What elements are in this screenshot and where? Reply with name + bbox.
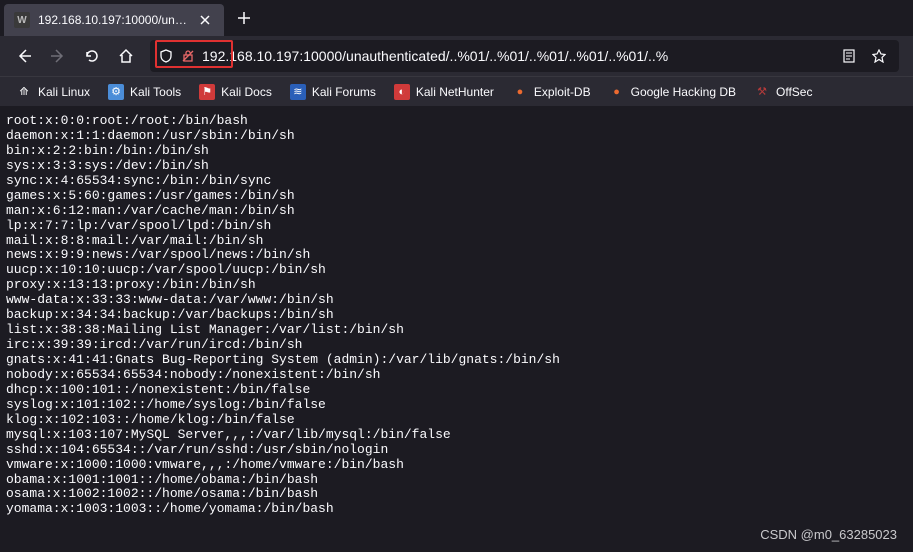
- url-bar[interactable]: 192.168.10.197:10000/unauthenticated/..%…: [150, 40, 899, 72]
- tab-close-button[interactable]: [196, 11, 214, 29]
- tab-favicon: W: [14, 12, 30, 28]
- reader-icon: [842, 49, 856, 63]
- bookmark-label: Google Hacking DB: [631, 85, 736, 99]
- close-icon: [199, 14, 211, 26]
- bookmark-item[interactable]: ⚒ OffSec: [746, 80, 820, 104]
- bookmark-label: Exploit-DB: [534, 85, 591, 99]
- bookmark-label: Kali Linux: [38, 85, 90, 99]
- arrow-left-icon: [16, 48, 32, 64]
- toolbar: 192.168.10.197:10000/unauthenticated/..%…: [0, 36, 913, 76]
- bookmark-icon: ●: [512, 84, 528, 100]
- bookmark-item[interactable]: ⟰ Kali Linux: [8, 80, 98, 104]
- forward-button[interactable]: [42, 40, 74, 72]
- new-tab-button[interactable]: [228, 2, 260, 34]
- bookmark-label: Kali NetHunter: [416, 85, 494, 99]
- browser-tab[interactable]: W 192.168.10.197:10000/una…: [4, 4, 224, 36]
- bookmark-item[interactable]: ≋ Kali Forums: [282, 80, 384, 104]
- arrow-right-icon: [50, 48, 66, 64]
- plus-icon: [237, 11, 251, 25]
- bookmark-item[interactable]: ● Exploit-DB: [504, 80, 599, 104]
- bookmark-icon: ≋: [290, 84, 306, 100]
- bookmark-label: Kali Docs: [221, 85, 272, 99]
- shield-icon: [158, 48, 174, 64]
- home-button[interactable]: [110, 40, 142, 72]
- reader-mode-button[interactable]: [837, 44, 861, 68]
- url-text: 192.168.10.197:10000/unauthenticated/..%…: [202, 48, 831, 64]
- bookmark-item[interactable]: ⚙ Kali Tools: [100, 80, 189, 104]
- tab-bar: W 192.168.10.197:10000/una…: [0, 0, 913, 36]
- bookmark-label: Kali Tools: [130, 85, 181, 99]
- reload-button[interactable]: [76, 40, 108, 72]
- bookmark-item[interactable]: ◐ Kali NetHunter: [386, 80, 502, 104]
- bookmark-icon: ⚑: [199, 84, 215, 100]
- home-icon: [118, 48, 134, 64]
- bookmark-item[interactable]: ⚑ Kali Docs: [191, 80, 280, 104]
- bookmark-icon: ●: [609, 84, 625, 100]
- star-icon: [872, 49, 886, 63]
- bookmark-label: OffSec: [776, 85, 812, 99]
- watermark: CSDN @m0_63285023: [760, 527, 897, 542]
- reload-icon: [84, 48, 100, 64]
- bookmarks-bar: ⟰ Kali Linux ⚙ Kali Tools ⚑ Kali Docs ≋ Kali Fo…: [0, 76, 913, 106]
- lock-insecure-icon: [180, 48, 196, 64]
- bookmark-label: Kali Forums: [312, 85, 376, 99]
- tab-title: 192.168.10.197:10000/una…: [38, 13, 188, 27]
- bookmark-icon: ◐: [394, 84, 410, 100]
- page-content: root:x:0:0:root:/root:/bin/bash daemon:x…: [0, 106, 913, 525]
- bookmark-icon: ⚒: [754, 84, 770, 100]
- bookmark-icon: ⚙: [108, 84, 124, 100]
- back-button[interactable]: [8, 40, 40, 72]
- bookmark-button[interactable]: [867, 44, 891, 68]
- bookmark-icon: ⟰: [16, 84, 32, 100]
- bookmark-item[interactable]: ● Google Hacking DB: [601, 80, 744, 104]
